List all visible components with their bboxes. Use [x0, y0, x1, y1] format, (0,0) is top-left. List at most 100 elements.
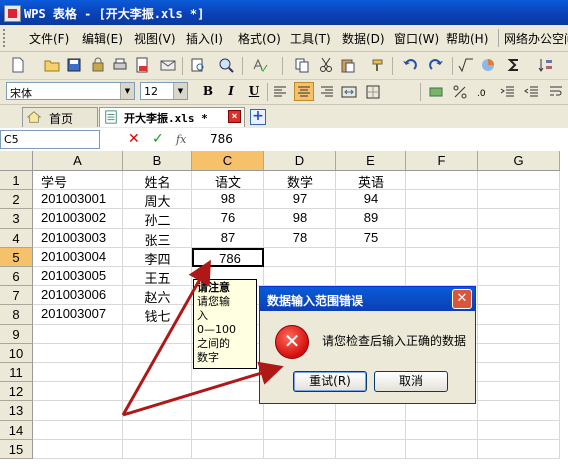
cell-a13[interactable]: [33, 401, 123, 421]
cell-f4[interactable]: [406, 228, 478, 248]
cell-b11[interactable]: [123, 363, 192, 383]
print-preview-icon[interactable]: [190, 57, 206, 73]
cell-d5[interactable]: [264, 247, 336, 267]
save-icon[interactable]: [66, 57, 82, 73]
underline-button[interactable]: U: [245, 83, 263, 100]
cell-e13[interactable]: [336, 401, 406, 421]
cell-a7[interactable]: 201003006: [33, 286, 123, 306]
cell-b12[interactable]: [123, 382, 192, 402]
row-header-12[interactable]: 12: [0, 382, 33, 402]
permission-icon[interactable]: [90, 57, 106, 73]
cell-f5[interactable]: [406, 247, 478, 267]
dialog-close-icon[interactable]: ✕: [452, 289, 472, 309]
row-header-3[interactable]: 3: [0, 209, 33, 229]
row-header-1[interactable]: 1: [0, 171, 33, 191]
row-header-9[interactable]: 9: [0, 324, 33, 344]
redo-icon[interactable]: [428, 57, 444, 73]
print-icon[interactable]: [112, 57, 128, 73]
menu-network-office[interactable]: 网络办公空间: [504, 30, 568, 47]
cell-b4[interactable]: 张三: [123, 228, 192, 248]
column-header-b[interactable]: B: [123, 151, 192, 171]
row-header-11[interactable]: 11: [0, 363, 33, 383]
cell-f2[interactable]: [406, 190, 478, 210]
cell-e1[interactable]: 英语: [336, 171, 406, 191]
column-header-d[interactable]: D: [264, 151, 336, 171]
open-folder-icon[interactable]: [44, 57, 60, 73]
cell-a1[interactable]: 学号: [33, 171, 123, 191]
cell-g3[interactable]: [478, 209, 560, 229]
menu-tools[interactable]: 工具(T): [290, 30, 331, 47]
tab-document[interactable]: 开大李振.xls * ×: [99, 107, 245, 127]
cell-a5[interactable]: 201003004: [33, 247, 123, 267]
cell-g6[interactable]: [478, 267, 560, 287]
cell-f3[interactable]: [406, 209, 478, 229]
column-header-c[interactable]: C: [192, 151, 264, 171]
cell-f13[interactable]: [406, 401, 478, 421]
cell-c1[interactable]: 语文: [192, 171, 264, 191]
cell-g10[interactable]: [478, 343, 560, 363]
select-all-corner[interactable]: [0, 151, 33, 171]
cell-f15[interactable]: [406, 439, 478, 459]
cell-g15[interactable]: [478, 439, 560, 459]
cancel-entry-icon[interactable]: ✕: [128, 131, 140, 147]
cell-f6[interactable]: [406, 267, 478, 287]
chart-icon[interactable]: [480, 57, 496, 73]
cell-b2[interactable]: 周大: [123, 190, 192, 210]
cell-b5[interactable]: 李四: [123, 247, 192, 267]
decimal-icon[interactable]: .0: [476, 84, 492, 100]
row-header-8[interactable]: 8: [0, 305, 33, 325]
outdent-icon[interactable]: [524, 84, 540, 100]
cell-g5[interactable]: [478, 247, 560, 267]
chevron-down-icon[interactable]: ▼: [120, 83, 134, 99]
cell-a3[interactable]: 201003002: [33, 209, 123, 229]
row-header-7[interactable]: 7: [0, 286, 33, 306]
format-painter-icon[interactable]: [370, 57, 386, 73]
copy-icon[interactable]: [294, 57, 310, 73]
insert-function-icon[interactable]: fx: [176, 133, 186, 146]
column-header-f[interactable]: F: [406, 151, 478, 171]
cell-a12[interactable]: [33, 382, 123, 402]
menu-data[interactable]: 数据(D): [342, 30, 385, 47]
close-tab-icon[interactable]: ×: [228, 110, 241, 123]
cell-c14[interactable]: [192, 420, 264, 440]
undo-icon[interactable]: [402, 57, 418, 73]
italic-button[interactable]: I: [222, 83, 240, 100]
merge-cells-icon[interactable]: [341, 84, 357, 100]
cell-a8[interactable]: 201003007: [33, 305, 123, 325]
new-tab-plus-icon[interactable]: +: [250, 109, 266, 125]
cell-d14[interactable]: [264, 420, 336, 440]
cell-a2[interactable]: 201003001: [33, 190, 123, 210]
cell-d4[interactable]: 78: [264, 228, 336, 248]
cell-a14[interactable]: [33, 420, 123, 440]
row-header-2[interactable]: 2: [0, 190, 33, 210]
cell-a11[interactable]: [33, 363, 123, 383]
currency-format-icon[interactable]: [428, 84, 444, 100]
cell-g2[interactable]: [478, 190, 560, 210]
row-header-5[interactable]: 5: [0, 247, 33, 267]
cell-c4[interactable]: 87: [192, 228, 264, 248]
chevron-down-icon[interactable]: ▼: [173, 83, 187, 99]
align-left-icon[interactable]: [272, 84, 288, 100]
cell-g1[interactable]: [478, 171, 560, 191]
cell-c13[interactable]: [192, 401, 264, 421]
row-header-14[interactable]: 14: [0, 420, 33, 440]
cell-b3[interactable]: 孙二: [123, 209, 192, 229]
sort-icon[interactable]: [538, 57, 554, 73]
row-header-10[interactable]: 10: [0, 343, 33, 363]
row-header-6[interactable]: 6: [0, 267, 33, 287]
cell-e14[interactable]: [336, 420, 406, 440]
cell-g8[interactable]: [478, 305, 560, 325]
menu-view[interactable]: 视图(V): [134, 30, 176, 47]
autosum-icon[interactable]: [506, 57, 522, 73]
cell-d15[interactable]: [264, 439, 336, 459]
row-header-15[interactable]: 15: [0, 439, 33, 459]
cell-a4[interactable]: 201003003: [33, 228, 123, 248]
cell-e5[interactable]: [336, 247, 406, 267]
wrap-text-icon[interactable]: [548, 84, 564, 100]
column-header-a[interactable]: A: [33, 151, 123, 171]
cell-g9[interactable]: [478, 324, 560, 344]
cell-e4[interactable]: 75: [336, 228, 406, 248]
dialog-title-bar[interactable]: 数据输入范围错误 ✕: [260, 287, 475, 311]
font-size-select[interactable]: 12 ▼: [140, 82, 188, 100]
cell-b8[interactable]: 钱七: [123, 305, 192, 325]
